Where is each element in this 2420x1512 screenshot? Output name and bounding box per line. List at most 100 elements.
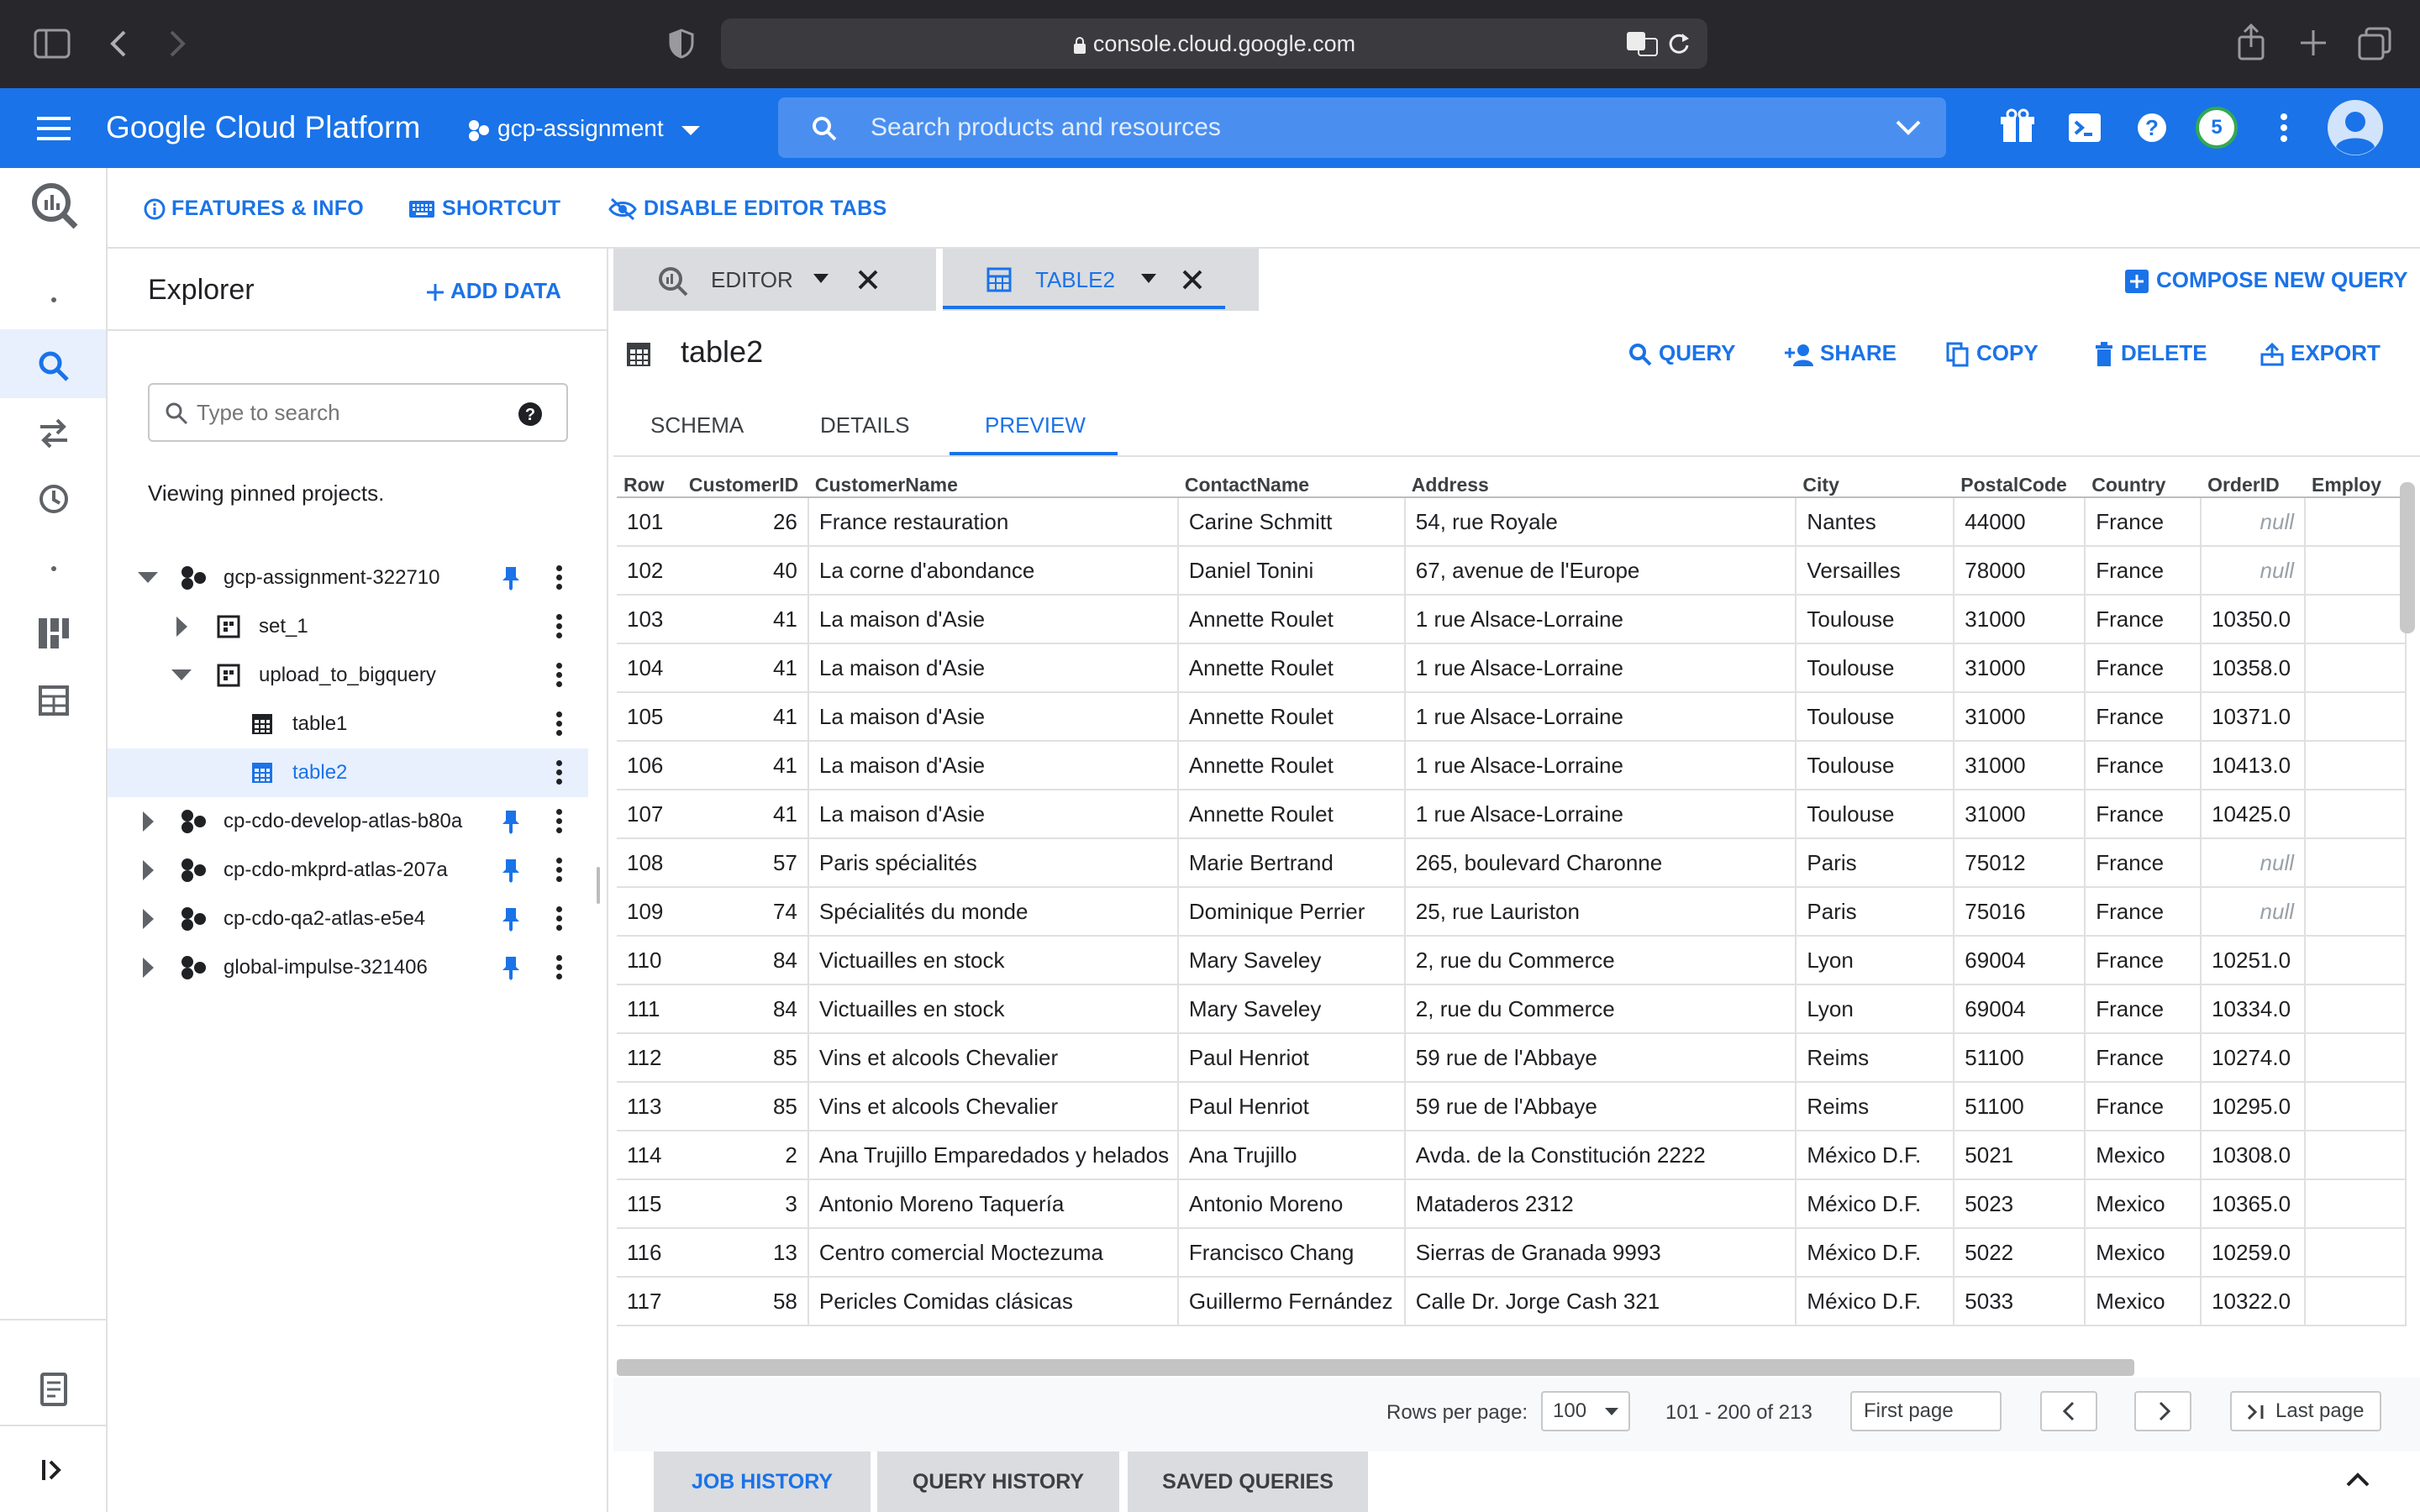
expand-chevron-icon[interactable] <box>1896 119 1921 136</box>
rows-per-page-select[interactable]: 100 <box>1541 1391 1630 1431</box>
table-cell[interactable]: 69004 <box>1954 984 2086 1034</box>
table-cell[interactable]: 10251.0 <box>2201 936 2307 985</box>
table-cell[interactable] <box>2305 1082 2407 1131</box>
table-cell[interactable] <box>2305 546 2407 596</box>
share-page-icon[interactable] <box>2237 24 2265 60</box>
table-cell[interactable]: Victuailles en stock <box>808 936 1179 985</box>
history-clock-icon[interactable] <box>34 479 74 519</box>
table-cell[interactable]: 113 <box>617 1082 682 1131</box>
table-cell[interactable]: Avda. de la Constitución 2222 <box>1404 1131 1797 1180</box>
column-header[interactable]: Address <box>1404 465 1797 498</box>
table-cell[interactable]: 103 <box>617 595 682 644</box>
table-cell[interactable]: 31000 <box>1954 790 2086 839</box>
table-grid-icon[interactable] <box>34 680 74 721</box>
table-cell[interactable]: Toulouse <box>1796 790 1955 839</box>
table-cell[interactable]: 5033 <box>1954 1277 2086 1326</box>
table-cell[interactable]: 105 <box>617 692 682 742</box>
shield-icon[interactable] <box>669 29 694 59</box>
back-icon[interactable] <box>108 29 129 59</box>
disable-editor-tabs-button[interactable]: DISABLE EDITOR TABS <box>608 193 887 223</box>
table-cell[interactable]: 108 <box>617 838 682 888</box>
table-cell[interactable] <box>2305 1131 2407 1180</box>
table-row[interactable]: 112 85 Vins et alcools Chevalier Paul Henri… <box>617 1033 2407 1083</box>
table-cell[interactable]: Pericles Comidas clásicas <box>808 1277 1179 1326</box>
table-cell[interactable]: France restauration <box>808 497 1179 547</box>
table-cell[interactable] <box>2305 497 2407 547</box>
table-cell[interactable]: Paul Henriot <box>1177 1033 1406 1083</box>
copy-button[interactable]: COPY <box>1946 338 2039 368</box>
tab-details[interactable]: DETAILS <box>820 408 909 457</box>
tab-table2[interactable]: TABLE2 <box>943 249 1259 311</box>
more-vert-icon[interactable] <box>556 663 563 688</box>
add-data-button[interactable]: ADD DATA <box>425 274 561 307</box>
more-vert-icon[interactable] <box>556 906 563 932</box>
tree-project-cp-cdo-mkprd[interactable]: cp-cdo-mkprd-atlas-207a <box>108 846 588 895</box>
column-header[interactable]: ContactName <box>1177 465 1405 498</box>
table-cell[interactable]: 10365.0 <box>2201 1179 2307 1229</box>
table-cell[interactable]: Guillermo Fernández <box>1177 1277 1406 1326</box>
table-cell[interactable]: France <box>2085 936 2202 985</box>
next-page-button[interactable] <box>2134 1391 2191 1431</box>
address-bar[interactable]: console.cloud.google.com <box>721 18 1707 69</box>
table-cell[interactable]: 1 rue Alsace-Lorraine <box>1404 643 1797 693</box>
table-cell[interactable] <box>2305 1179 2407 1229</box>
table-cell[interactable]: Paul Henriot <box>1177 1082 1406 1131</box>
table-cell[interactable]: France <box>2085 546 2202 596</box>
table-cell[interactable]: 41 <box>681 595 809 644</box>
table-cell[interactable]: Paris spécialités <box>808 838 1179 888</box>
table-cell[interactable]: 5023 <box>1954 1179 2086 1229</box>
table-cell[interactable]: 104 <box>617 643 682 693</box>
table-row[interactable]: 115 3 Antonio Moreno Taquería Antonio Moren… <box>617 1179 2407 1229</box>
bigquery-logo-icon[interactable] <box>29 180 79 230</box>
table-cell[interactable]: 2, rue du Commerce <box>1404 984 1797 1034</box>
table-cell[interactable]: 10308.0 <box>2201 1131 2307 1180</box>
tab-saved-queries[interactable]: SAVED QUERIES <box>1128 1452 1368 1512</box>
table-cell[interactable]: La maison d'Asie <box>808 790 1179 839</box>
table-cell[interactable]: France <box>2085 838 2202 888</box>
more-vert-icon[interactable] <box>556 809 563 834</box>
table-cell[interactable]: 109 <box>617 887 682 937</box>
more-vert-icon[interactable] <box>556 711 563 737</box>
table-cell[interactable]: 84 <box>681 984 809 1034</box>
table-cell[interactable]: México D.F. <box>1796 1131 1955 1180</box>
table-cell[interactable]: 2 <box>681 1131 809 1180</box>
tree-project-cp-cdo-qa2[interactable]: cp-cdo-qa2-atlas-e5e4 <box>108 895 588 943</box>
table-cell[interactable]: Carine Schmitt <box>1177 497 1406 547</box>
notification-badge[interactable]: 5 <box>2196 107 2238 149</box>
table-cell[interactable]: Toulouse <box>1796 595 1955 644</box>
more-vert-icon[interactable] <box>556 955 563 980</box>
table-cell[interactable]: 10358.0 <box>2201 643 2307 693</box>
pin-icon[interactable] <box>501 858 521 883</box>
table-cell[interactable] <box>2305 984 2407 1034</box>
pin-icon[interactable] <box>501 809 521 834</box>
search-box[interactable] <box>778 97 1946 158</box>
table-cell[interactable]: Marie Bertrand <box>1177 838 1406 888</box>
table-cell[interactable]: Annette Roulet <box>1177 741 1406 790</box>
table-cell[interactable]: 114 <box>617 1131 682 1180</box>
search-icon[interactable] <box>34 346 74 386</box>
tab-preview[interactable]: PREVIEW <box>985 408 1086 457</box>
table-cell[interactable]: 31000 <box>1954 595 2086 644</box>
table-cell[interactable]: Antonio Moreno <box>1177 1179 1406 1229</box>
translate-icon[interactable] <box>1625 30 1659 57</box>
table-row[interactable]: 110 84 Victuailles en stock Mary Saveley 2, … <box>617 936 2407 985</box>
expand-arrow-icon[interactable] <box>143 860 155 880</box>
table-cell[interactable]: Antonio Moreno Taquería <box>808 1179 1179 1229</box>
chevron-down-icon[interactable] <box>1141 274 1156 284</box>
table-cell[interactable]: 116 <box>617 1228 682 1278</box>
product-name[interactable]: Google Cloud Platform <box>106 109 420 146</box>
last-page-button[interactable]: Last page <box>2230 1391 2381 1431</box>
table-cell[interactable]: Sierras de Granada 9993 <box>1404 1228 1797 1278</box>
sidebar-toggle-icon[interactable] <box>34 29 71 59</box>
table-cell[interactable]: 112 <box>617 1033 682 1083</box>
table-cell[interactable]: France <box>2085 595 2202 644</box>
close-icon[interactable] <box>857 269 879 291</box>
table-cell[interactable] <box>2305 643 2407 693</box>
table-cell[interactable]: Toulouse <box>1796 741 1955 790</box>
tab-schema[interactable]: SCHEMA <box>650 408 744 457</box>
table-cell[interactable]: 110 <box>617 936 682 985</box>
table-cell[interactable]: 41 <box>681 790 809 839</box>
table-cell[interactable]: 51100 <box>1954 1033 2086 1083</box>
table-cell[interactable]: Ana Trujillo Emparedados y helados <box>808 1131 1179 1180</box>
table-cell[interactable]: México D.F. <box>1796 1179 1955 1229</box>
